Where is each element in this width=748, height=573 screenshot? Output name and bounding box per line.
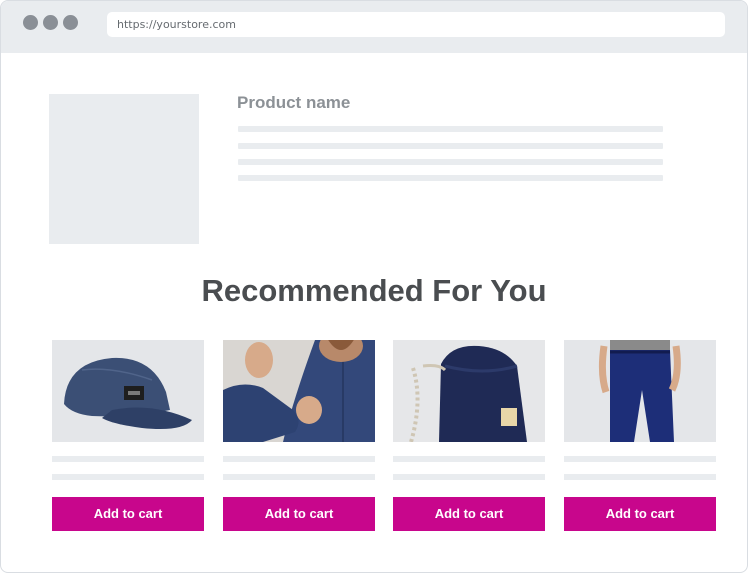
- browser-toolbar: https://yourstore.com: [1, 1, 747, 53]
- product-image[interactable]: [223, 340, 375, 442]
- product-text-line: [564, 474, 716, 480]
- product-text-line: [52, 456, 204, 462]
- product-text-line: [223, 474, 375, 480]
- product-card: Add to cart: [52, 340, 204, 532]
- product-name: Product name: [237, 93, 351, 112]
- navy-backpack-icon: [393, 340, 545, 442]
- address-bar[interactable]: https://yourstore.com: [107, 12, 725, 37]
- window-control-close-icon[interactable]: [23, 15, 38, 30]
- section-title: Recommended For You: [201, 273, 547, 308]
- window-control-maximize-icon[interactable]: [63, 15, 78, 30]
- product-text-line: [393, 456, 545, 462]
- add-to-cart-button[interactable]: Add to cart: [564, 497, 716, 531]
- product-card: Add to cart: [564, 340, 716, 532]
- window-control-minimize-icon[interactable]: [43, 15, 58, 30]
- denim-shirt-icon: [223, 340, 375, 442]
- product-image[interactable]: [393, 340, 545, 442]
- product-text-line: [393, 474, 545, 480]
- product-description-line: [238, 159, 663, 165]
- product-image[interactable]: [564, 340, 716, 442]
- product-description-line: [238, 175, 663, 181]
- product-text-line: [223, 456, 375, 462]
- product-text-line: [564, 456, 716, 462]
- add-to-cart-button[interactable]: Add to cart: [52, 497, 204, 531]
- product-image-placeholder: [49, 94, 199, 244]
- navy-jeans-icon: [564, 340, 716, 442]
- product-card: Add to cart: [393, 340, 545, 532]
- add-to-cart-button[interactable]: Add to cart: [393, 497, 545, 531]
- browser-window: https://yourstore.com Product name Recom…: [0, 0, 748, 573]
- product-text-line: [52, 474, 204, 480]
- denim-cap-icon: [52, 340, 204, 442]
- product-description-line: [238, 143, 663, 149]
- product-description-line: [238, 126, 663, 132]
- product-card: Add to cart: [223, 340, 375, 532]
- product-image[interactable]: [52, 340, 204, 442]
- add-to-cart-button[interactable]: Add to cart: [223, 497, 375, 531]
